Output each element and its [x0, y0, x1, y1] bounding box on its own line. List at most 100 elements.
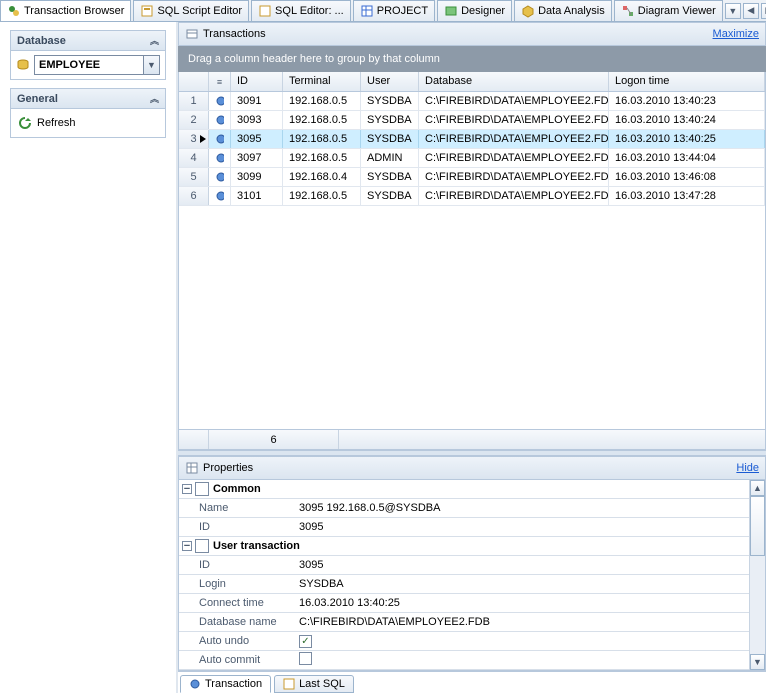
- refresh-label: Refresh: [37, 117, 76, 129]
- transactions-grid: ≡ ID Terminal User Database Logon time 1…: [178, 72, 766, 450]
- cell: 16.03.2010 13:40:23: [609, 92, 765, 110]
- refresh-icon: [18, 116, 32, 130]
- bottom-tab-last-sql[interactable]: Last SQL: [274, 675, 354, 693]
- cell: 192.168.0.5: [283, 92, 361, 110]
- sidebar-general-title: General: [17, 93, 58, 105]
- database-icon: [16, 58, 30, 72]
- property-category[interactable]: − User transaction: [179, 537, 749, 556]
- cell: C:\FIREBIRD\DATA\EMPLOYEE2.FDB: [419, 130, 609, 148]
- row-status-icon: [209, 111, 231, 129]
- tab-transaction-browser[interactable]: Transaction Browser: [0, 0, 131, 21]
- properties-panel: Properties Hide − Common Name3095 192.168.…: [178, 456, 766, 671]
- cell: 192.168.0.5: [283, 187, 361, 205]
- row-header[interactable]: 1: [179, 92, 209, 110]
- expand-icon[interactable]: −: [179, 484, 195, 494]
- properties-grid: −CommonName3095 192.168.0.5@SYSDBAID3095…: [179, 480, 749, 670]
- transactions-icon: [185, 27, 199, 41]
- table-row[interactable]: 63101192.168.0.5SYSDBAC:\FIREBIRD\DATA\E…: [179, 187, 765, 206]
- table-row[interactable]: 33095192.168.0.5SYSDBAC:\FIREBIRD\DATA\E…: [179, 130, 765, 149]
- tab-designer[interactable]: Designer: [437, 0, 512, 21]
- row-indicator-icon: [200, 135, 206, 143]
- cell: 192.168.0.5: [283, 111, 361, 129]
- row-icon-column: ≡: [209, 72, 231, 91]
- row-header[interactable]: 4: [179, 149, 209, 167]
- scroll-thumb[interactable]: [750, 496, 765, 556]
- sidebar-general-header[interactable]: General ︽: [10, 88, 166, 109]
- table-row[interactable]: 53099192.168.0.4SYSDBAC:\FIREBIRD\DATA\E…: [179, 168, 765, 187]
- tab-scroll-left-button[interactable]: ◀: [743, 3, 759, 19]
- property-value: 3095: [295, 559, 749, 571]
- category-label: Common: [213, 483, 261, 495]
- grid-body[interactable]: 13091192.168.0.5SYSDBAC:\FIREBIRD\DATA\E…: [179, 92, 765, 429]
- column-terminal[interactable]: Terminal: [283, 72, 361, 91]
- tab-label: Transaction Browser: [24, 5, 124, 17]
- table-row[interactable]: 13091192.168.0.5SYSDBAC:\FIREBIRD\DATA\E…: [179, 92, 765, 111]
- cell: C:\FIREBIRD\DATA\EMPLOYEE2.FDB: [419, 92, 609, 110]
- property-row[interactable]: Database nameC:\FIREBIRD\DATA\EMPLOYEE2.…: [179, 613, 749, 632]
- property-row[interactable]: ID3095: [179, 518, 749, 537]
- chevron-down-icon: ▼: [143, 56, 159, 74]
- property-row[interactable]: ID3095: [179, 556, 749, 575]
- property-label: Connect time: [195, 597, 295, 609]
- property-label: Database name: [195, 616, 295, 628]
- property-row[interactable]: Connect time16.03.2010 13:40:25: [179, 594, 749, 613]
- expand-icon[interactable]: −: [179, 541, 195, 551]
- column-database[interactable]: Database: [419, 72, 609, 91]
- cell: 3095: [231, 130, 283, 148]
- bottom-tab-transaction[interactable]: Transaction: [180, 675, 271, 693]
- column-logon-time[interactable]: Logon time: [609, 72, 765, 91]
- sql-script-icon: [140, 4, 154, 18]
- transaction-browser-icon: [7, 4, 21, 18]
- row-status-icon: [209, 187, 231, 205]
- tab-diagram-viewer[interactable]: Diagram Viewer: [614, 0, 723, 21]
- cell: C:\FIREBIRD\DATA\EMPLOYEE2.FDB: [419, 168, 609, 186]
- tab-dropdown-button[interactable]: ▼: [725, 3, 741, 19]
- table-row[interactable]: 23093192.168.0.5SYSDBAC:\FIREBIRD\DATA\E…: [179, 111, 765, 130]
- row-header[interactable]: 6: [179, 187, 209, 205]
- property-row[interactable]: Auto undo: [179, 632, 749, 651]
- property-label: Name: [195, 502, 295, 514]
- tab-label: PROJECT: [377, 5, 428, 17]
- property-value: C:\FIREBIRD\DATA\EMPLOYEE2.FDB: [295, 616, 749, 628]
- tab-sql-editor[interactable]: SQL Editor: ...: [251, 0, 351, 21]
- transactions-bar: Transactions Maximize: [178, 22, 766, 46]
- property-checkbox[interactable]: [299, 652, 312, 665]
- row-header[interactable]: 5: [179, 168, 209, 186]
- database-select[interactable]: EMPLOYEE ▼: [34, 55, 160, 75]
- property-checkbox[interactable]: [299, 635, 312, 648]
- properties-icon: [185, 461, 199, 475]
- row-header[interactable]: 2: [179, 111, 209, 129]
- diagram-icon: [621, 4, 635, 18]
- group-by-area[interactable]: Drag a column header here to group by th…: [178, 46, 766, 72]
- property-row[interactable]: LoginSYSDBA: [179, 575, 749, 594]
- sql-icon: [283, 678, 295, 690]
- property-row[interactable]: Auto commit: [179, 651, 749, 670]
- sidebar-database-header[interactable]: Database ︽: [10, 30, 166, 51]
- property-label: ID: [195, 521, 295, 533]
- collapse-icon: ︽: [150, 92, 159, 105]
- column-id[interactable]: ID: [231, 72, 283, 91]
- tab-scroll-right-button[interactable]: ▶: [761, 3, 766, 19]
- cell: 3099: [231, 168, 283, 186]
- table-row[interactable]: 43097192.168.0.5ADMINC:\FIREBIRD\DATA\EM…: [179, 149, 765, 168]
- row-header[interactable]: 3: [179, 130, 209, 148]
- refresh-button[interactable]: Refresh: [16, 113, 160, 133]
- property-row[interactable]: Name3095 192.168.0.5@SYSDBA: [179, 499, 749, 518]
- maximize-link[interactable]: Maximize: [713, 28, 759, 40]
- collapse-icon: ︽: [150, 34, 159, 47]
- category-icon: [195, 539, 209, 553]
- property-category[interactable]: − Common: [179, 480, 749, 499]
- tab-label: SQL Editor: ...: [275, 5, 344, 17]
- properties-scrollbar[interactable]: ▲ ▼: [749, 480, 765, 670]
- column-user[interactable]: User: [361, 72, 419, 91]
- tab-label: Data Analysis: [538, 5, 605, 17]
- tab-project[interactable]: PROJECT: [353, 0, 435, 21]
- scroll-up-button[interactable]: ▲: [750, 480, 765, 496]
- tab-sql-script-editor[interactable]: SQL Script Editor: [133, 0, 249, 21]
- scroll-down-button[interactable]: ▼: [750, 654, 765, 670]
- properties-title: Properties: [203, 462, 253, 474]
- cell: 16.03.2010 13:46:08: [609, 168, 765, 186]
- category-label: User transaction: [213, 540, 300, 552]
- tab-data-analysis[interactable]: Data Analysis: [514, 0, 612, 21]
- hide-link[interactable]: Hide: [736, 462, 759, 474]
